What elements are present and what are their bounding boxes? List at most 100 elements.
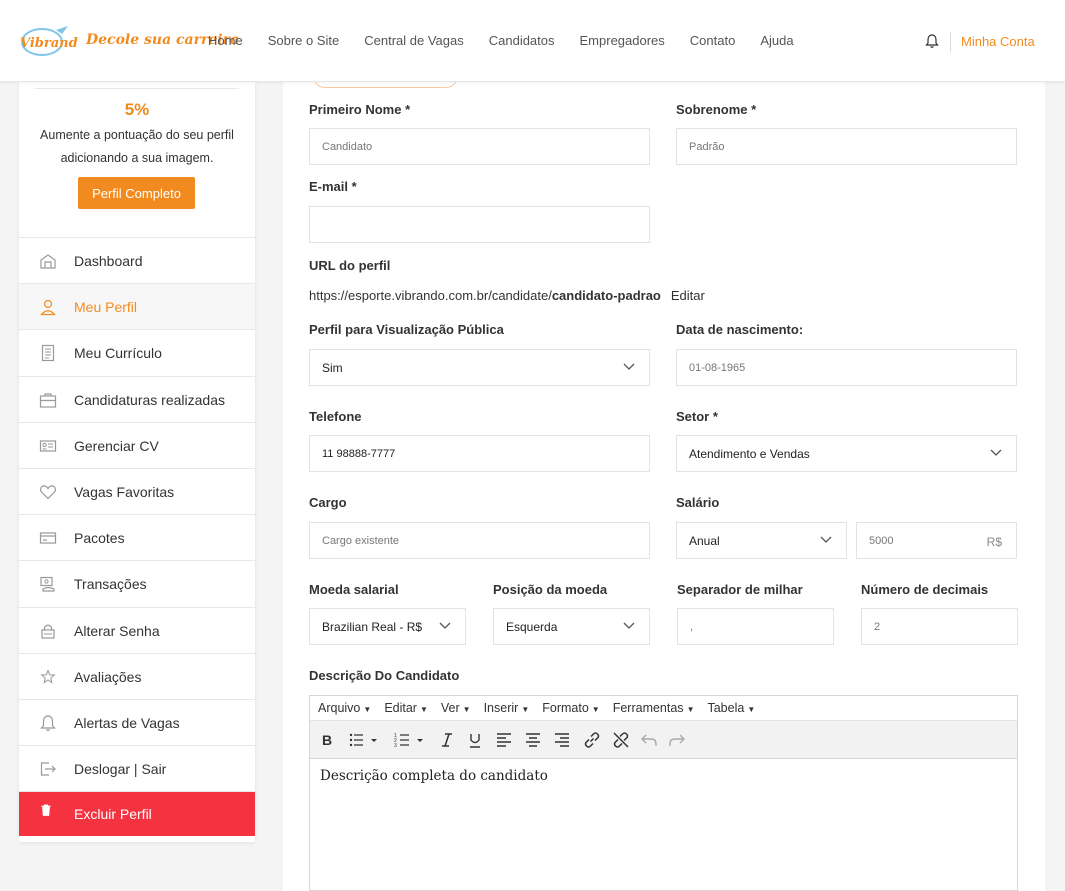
sidebar-item-label: Vagas Favoritas	[74, 483, 175, 500]
star-icon	[40, 668, 56, 684]
caret-down-icon: ▼	[591, 705, 600, 714]
divider	[35, 88, 239, 89]
public-profile-label: Perfil para Visualização Pública	[309, 322, 504, 337]
sector-value: Atendimento e Vendas	[689, 446, 810, 461]
redo-icon[interactable]	[669, 731, 685, 749]
editor-menu-format[interactable]: Formato ▼	[542, 701, 599, 715]
editor-menu-label: Formato	[542, 701, 589, 715]
sidebar-item-label: Alterar Senha	[74, 622, 160, 639]
svg-text:3: 3	[394, 743, 397, 749]
birth-date-label: Data de nascimento:	[676, 322, 804, 337]
editor-menu-label: Arquivo	[318, 701, 361, 715]
editor-menu-label: Ver	[440, 701, 460, 715]
italic-icon[interactable]	[440, 731, 454, 749]
link-icon[interactable]	[583, 731, 601, 749]
nav-about[interactable]: Sobre o Site	[268, 33, 340, 48]
currency-select[interactable]: Brazilian Real - R$	[309, 608, 466, 645]
user-icon	[40, 300, 56, 316]
caret-down-icon: ▼	[419, 705, 428, 714]
my-account-link[interactable]: Minha Conta	[961, 34, 1035, 49]
site-header: Vibrando Decole sua carreira Home Sobre …	[0, 0, 1065, 82]
last-name-input[interactable]: Padrão	[676, 128, 1017, 165]
chevron-down-icon	[623, 622, 635, 629]
nav-employers[interactable]: Empregadores	[580, 33, 665, 48]
birth-date-input[interactable]: 01-08-1965	[676, 349, 1017, 386]
logout-icon	[40, 762, 56, 776]
salary-label: Salário	[676, 495, 720, 510]
svg-text:B: B	[322, 732, 332, 748]
align-left-icon[interactable]	[496, 731, 512, 749]
profile-url-slug: candidato-padrao	[551, 288, 661, 303]
editor-menu-file[interactable]: Arquivo ▼	[318, 701, 371, 715]
salary-amount-value: 5000	[869, 534, 894, 547]
editor-menu-insert[interactable]: Inserir ▼	[484, 701, 530, 715]
profile-url: https://esporte.vibrando.com.br/candidat…	[309, 288, 705, 303]
sector-select[interactable]: Atendimento e Vendas	[676, 435, 1017, 472]
currency-position-value: Esquerda	[506, 619, 558, 634]
email-input[interactable]	[309, 206, 650, 243]
profile-form: Primeiro Nome * Candidato Sobrenome * Pa…	[283, 72, 1045, 891]
undo-icon[interactable]	[641, 731, 657, 749]
sidebar-item-dashboard[interactable]: Dashboard	[19, 238, 255, 285]
sidebar-item-transactions[interactable]: Transações	[19, 561, 255, 608]
unlink-icon[interactable]	[612, 731, 630, 749]
sidebar-item-resume[interactable]: Meu Currículo	[19, 330, 255, 377]
decimals-input[interactable]: 2	[861, 608, 1018, 645]
nav-candidates[interactable]: Candidatos	[489, 33, 555, 48]
email-label: E-mail *	[309, 179, 357, 194]
editor-content[interactable]: Descrição completa do candidato	[320, 768, 548, 784]
sidebar-item-label: Meu Perfil	[74, 299, 138, 316]
chevron-down-icon	[439, 622, 451, 629]
edit-url-link[interactable]: Editar	[671, 288, 705, 303]
align-center-icon[interactable]	[525, 731, 541, 749]
bullet-list-icon[interactable]	[348, 731, 380, 749]
editor-menu-label: Editar	[384, 701, 417, 715]
sidebar-item-label: Excluir Perfil	[74, 806, 152, 823]
logo[interactable]: Vibrando Decole sua carreira	[18, 22, 239, 60]
sidebar-item-favorite-jobs[interactable]: Vagas Favoritas	[19, 469, 255, 516]
editor-menu-table[interactable]: Tabela ▼	[707, 701, 755, 715]
currency-position-select[interactable]: Esquerda	[493, 608, 650, 645]
numbered-list-icon[interactable]: 123	[394, 731, 426, 749]
bold-icon[interactable]: B	[320, 731, 334, 749]
currency-label: Moeda salarial	[309, 582, 399, 597]
align-right-icon[interactable]	[554, 731, 570, 749]
nav-contact[interactable]: Contato	[690, 33, 736, 48]
logo-plane-icon: Vibrando	[20, 26, 87, 56]
completion-percent: 5%	[124, 100, 150, 119]
chevron-down-icon	[990, 449, 1002, 456]
description-label: Descrição Do Candidato	[309, 668, 460, 683]
nav-home[interactable]: Home	[208, 33, 243, 48]
nav-jobs[interactable]: Central de Vagas	[364, 33, 464, 48]
sidebar-item-change-password[interactable]: Alterar Senha	[19, 608, 255, 654]
currency-value: Brazilian Real - R$	[322, 619, 423, 634]
thousand-separator-input[interactable]: ,	[677, 608, 834, 645]
salary-period-value: Anual	[689, 533, 720, 548]
sidebar-item-my-profile[interactable]: Meu Perfil	[19, 284, 255, 331]
first-name-input[interactable]: Candidato	[309, 128, 650, 165]
sidebar-item-packages[interactable]: Pacotes	[19, 515, 255, 562]
caret-down-icon: ▼	[462, 705, 471, 714]
complete-profile-button[interactable]: Perfil Completo	[78, 177, 195, 209]
sidebar-item-manage-cv[interactable]: Gerenciar CV	[19, 423, 255, 469]
sidebar-item-logout[interactable]: Deslogar | Sair	[19, 746, 255, 793]
main-nav: Home Sobre o Site Central de Vagas Candi…	[208, 33, 819, 48]
decimals-label: Número de decimais	[861, 582, 989, 597]
editor-menu-tools[interactable]: Ferramentas ▼	[613, 701, 695, 715]
sidebar-item-applications[interactable]: Candidaturas realizadas	[19, 377, 255, 423]
editor-menu-view[interactable]: Ver ▼	[441, 701, 471, 715]
notification-bell-icon[interactable]	[924, 33, 940, 49]
underline-icon[interactable]	[468, 731, 482, 749]
sidebar-item-reviews[interactable]: Avaliações	[19, 654, 255, 700]
salary-amount-input[interactable]: 5000 R$	[856, 522, 1017, 559]
sidebar-item-delete-profile[interactable]: Excluir Perfil	[19, 792, 255, 837]
job-title-input[interactable]: Cargo existente	[309, 522, 650, 559]
editor-toolbar: B 123	[310, 721, 1017, 759]
phone-input[interactable]: 11 98888-7777	[309, 435, 650, 472]
nav-help[interactable]: Ajuda	[760, 33, 793, 48]
public-profile-select[interactable]: Sim	[309, 349, 650, 386]
chevron-down-icon	[820, 536, 832, 543]
editor-menu-edit[interactable]: Editar ▼	[384, 701, 428, 715]
sidebar-item-job-alerts[interactable]: Alertas de Vagas	[19, 700, 255, 747]
salary-period-select[interactable]: Anual	[676, 522, 847, 559]
